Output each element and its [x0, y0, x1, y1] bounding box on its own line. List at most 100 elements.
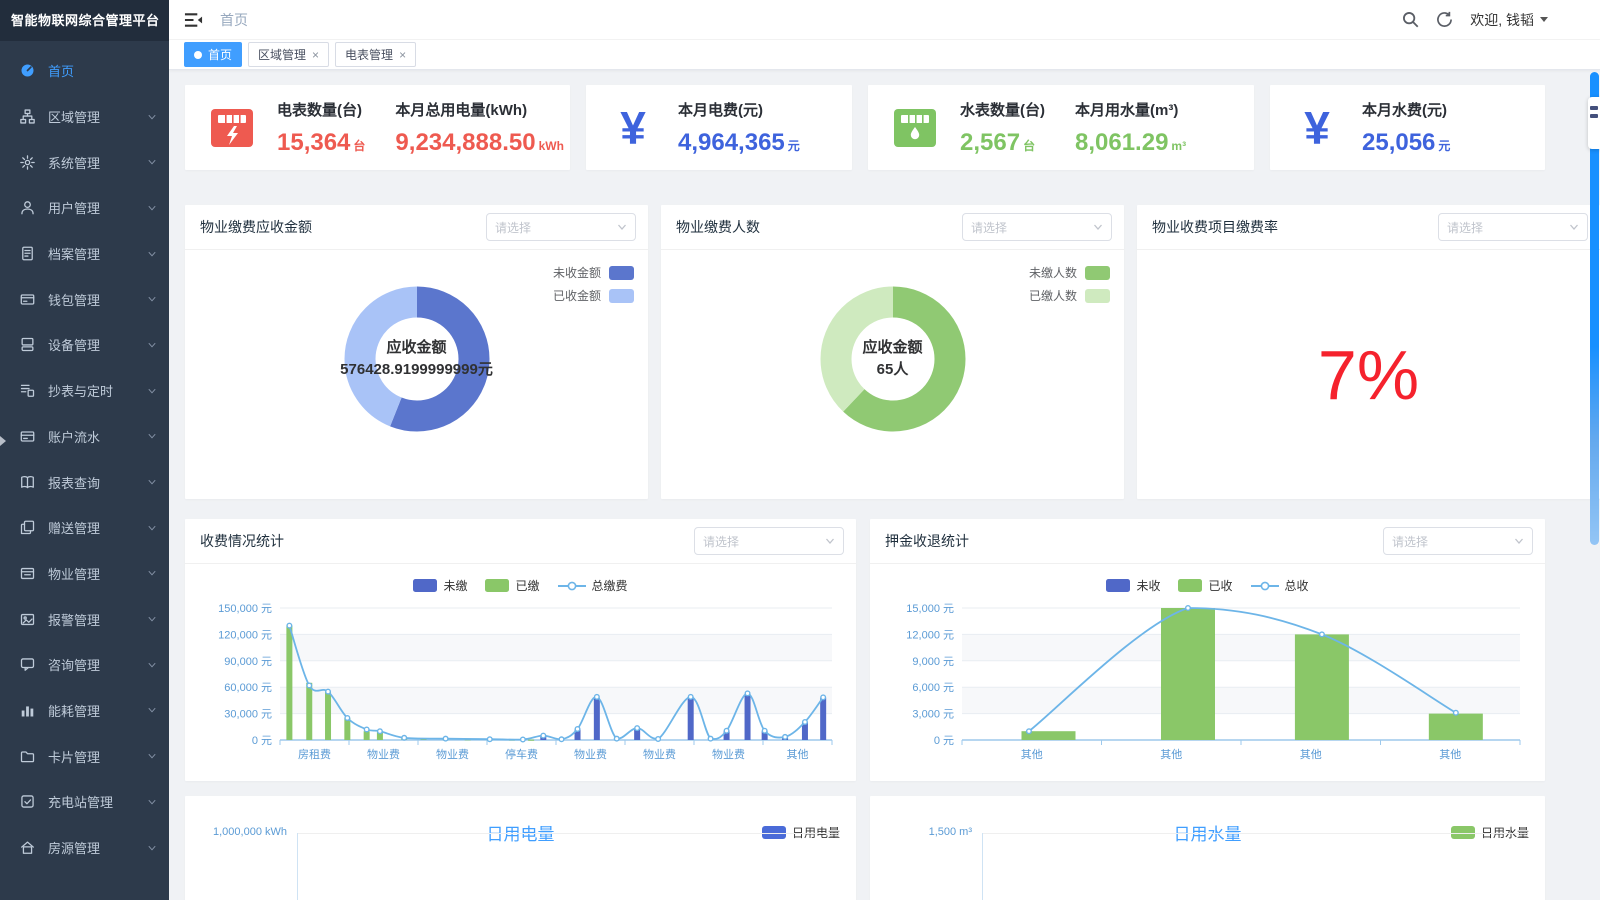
- donut-people-legend: 未缴人数已缴人数: [1029, 264, 1110, 310]
- sidebar-item-system[interactable]: 系统管理: [0, 139, 169, 185]
- close-icon[interactable]: ×: [399, 49, 406, 61]
- charging-icon: [20, 794, 35, 809]
- select-placeholder: 请选择: [703, 533, 739, 550]
- chevron-down-icon: [825, 536, 835, 546]
- tab-home[interactable]: 首页: [184, 42, 242, 67]
- sidebar-item-energy[interactable]: 能耗管理: [0, 688, 169, 734]
- sidebar-item-account-flow[interactable]: 账户流水: [0, 414, 169, 460]
- gear-icon: [20, 155, 35, 170]
- electric-meter-icon: [209, 105, 255, 151]
- stat-group: 本月水费(元)25,056元: [1362, 99, 1450, 157]
- breadcrumb: 首页: [220, 10, 248, 30]
- stat-group: 水表数量(台)2,567台本月用水量(m³)8,061.29m³: [960, 99, 1186, 157]
- select-placeholder: 请选择: [1392, 533, 1428, 550]
- select-payment-rate[interactable]: 请选择: [1438, 213, 1588, 241]
- sidebar-item-card[interactable]: 卡片管理: [0, 733, 169, 779]
- sidebar-item-property[interactable]: 物业管理: [0, 551, 169, 597]
- sidebar-item-region[interactable]: 区域管理: [0, 94, 169, 140]
- select-payer-count[interactable]: 请选择: [962, 213, 1112, 241]
- sidebar-item-wallet[interactable]: 钱包管理: [0, 276, 169, 322]
- panel-daily-power: 日用电量 1,000,000 kWh 日用电量: [185, 796, 856, 900]
- svg-text:其他: 其他: [1300, 748, 1322, 761]
- refresh-icon[interactable]: [1436, 11, 1453, 28]
- chevron-down-icon: [147, 568, 157, 578]
- content: 电表数量(台)15,364台本月总用电量(kWh)9,234,888.50kWh…: [169, 70, 1600, 900]
- user-menu[interactable]: 欢迎, 钱韬: [1470, 10, 1548, 30]
- stat-card-electric-fee: ¥本月电费(元)4,964,365元: [586, 85, 852, 170]
- account-flow-icon: [20, 429, 35, 444]
- panel-payment-rate: 物业收费项目缴费率 请选择 7%: [1137, 205, 1600, 499]
- sidebar-item-alarm[interactable]: 报警管理: [0, 596, 169, 642]
- select-fee-stats[interactable]: 请选择: [694, 527, 844, 555]
- edge-floating-widget[interactable]: [1588, 97, 1600, 149]
- panel-deposit-stats: 押金收退统计 请选择 未收已收总收 0 元3,000 元6,000 元9,000…: [870, 519, 1545, 781]
- chevron-down-icon: [147, 294, 157, 304]
- svg-text:物业费: 物业费: [436, 747, 469, 761]
- svg-text:0 元: 0 元: [251, 735, 271, 747]
- sidebar-item-house[interactable]: 房源管理: [0, 825, 169, 871]
- stat-card-water-fee: ¥ 本月水费(元)25,056元: [1270, 85, 1545, 170]
- meter-reading-icon: [20, 383, 35, 398]
- sidebar-item-charging[interactable]: 充电站管理: [0, 779, 169, 825]
- sidebar-item-home[interactable]: 首页: [0, 48, 169, 94]
- tab-meter[interactable]: 电表管理 ×: [335, 42, 416, 67]
- legend-label: 总缴费: [592, 577, 628, 594]
- sidebar-item-label: 设备管理: [48, 335, 100, 354]
- sidebar-item-device[interactable]: 设备管理: [0, 322, 169, 368]
- sidebar-item-label: 房源管理: [48, 838, 100, 857]
- hamburger-icon[interactable]: [184, 12, 203, 28]
- stat-value: 25,056元: [1362, 129, 1450, 157]
- legend-item[interactable]: 已收: [1178, 577, 1232, 594]
- chevron-down-icon: [1569, 222, 1579, 232]
- sidebar-item-label: 区域管理: [48, 107, 100, 126]
- legend-item[interactable]: 总缴费: [558, 577, 628, 594]
- sidebar-item-label: 用户管理: [48, 198, 100, 217]
- panel-fee-stats: 收费情况统计 请选择 未缴已缴总缴费 0 元30,000 元60,000 元90…: [185, 519, 856, 781]
- sidebar: 智能物联网综合管理平台 首页区域管理系统管理用户管理档案管理钱包管理设备管理抄表…: [0, 0, 169, 900]
- drawer-handle-icon[interactable]: [0, 436, 6, 446]
- stat-group: 本月电费(元)4,964,365元: [678, 99, 800, 157]
- svg-text:停车费: 停车费: [505, 747, 538, 761]
- svg-text:150,000 元: 150,000 元: [218, 603, 272, 615]
- legend-item[interactable]: 总收: [1251, 577, 1309, 594]
- energy-icon: [20, 703, 35, 718]
- legend-item[interactable]: 已收金额: [553, 287, 634, 304]
- legend-item[interactable]: 未收: [1106, 577, 1160, 594]
- legend-item[interactable]: 已缴人数: [1029, 287, 1110, 304]
- chevron-down-icon: [147, 112, 157, 122]
- svg-text:物业费: 物业费: [367, 747, 400, 761]
- sidebar-item-consult[interactable]: 咨询管理: [0, 642, 169, 688]
- archive-icon: [20, 246, 35, 261]
- stat-cards-row: 电表数量(台)15,364台本月总用电量(kWh)9,234,888.50kWh…: [185, 85, 1600, 170]
- panel-title: 物业收费项目缴费率: [1152, 217, 1278, 237]
- close-icon[interactable]: ×: [312, 49, 319, 61]
- active-tab-dot: [194, 51, 202, 59]
- sidebar-item-report[interactable]: 报表查询: [0, 459, 169, 505]
- sidebar-item-label: 报警管理: [48, 610, 100, 629]
- legend-item[interactable]: 未缴: [413, 577, 467, 594]
- sidebar-item-meter-reading[interactable]: 抄表与定时: [0, 368, 169, 414]
- select-receivable-amount[interactable]: 请选择: [486, 213, 636, 241]
- sidebar-item-user[interactable]: 用户管理: [0, 185, 169, 231]
- tab-label: 区域管理: [258, 46, 306, 63]
- svg-text:9,000 元: 9,000 元: [912, 656, 954, 668]
- topbar: 首页 欢迎, 钱韬: [169, 0, 1600, 40]
- select-placeholder: 请选择: [971, 219, 1007, 236]
- legend-item[interactable]: 未收金额: [553, 264, 634, 281]
- yuan-icon: ¥: [1294, 105, 1340, 151]
- panel-title: 物业缴费应收金额: [200, 217, 312, 237]
- gridline: [982, 833, 1527, 834]
- search-icon[interactable]: [1402, 11, 1419, 28]
- legend-item[interactable]: 未缴人数: [1029, 264, 1110, 281]
- tab-label: 电表管理: [345, 46, 393, 63]
- chevron-down-icon: [147, 705, 157, 715]
- tab-region[interactable]: 区域管理 ×: [248, 42, 329, 67]
- sidebar-item-gift[interactable]: 赠送管理: [0, 505, 169, 551]
- legend-label: 已收: [1208, 577, 1232, 594]
- property-icon: [20, 566, 35, 581]
- svg-text:6,000 元: 6,000 元: [912, 682, 954, 694]
- legend-item[interactable]: 已缴: [485, 577, 539, 594]
- sidebar-item-archive[interactable]: 档案管理: [0, 231, 169, 277]
- deposit-stats-chart: 0 元3,000 元6,000 元9,000 元12,000 元15,000 元…: [870, 596, 1545, 781]
- select-deposit-stats[interactable]: 请选择: [1383, 527, 1533, 555]
